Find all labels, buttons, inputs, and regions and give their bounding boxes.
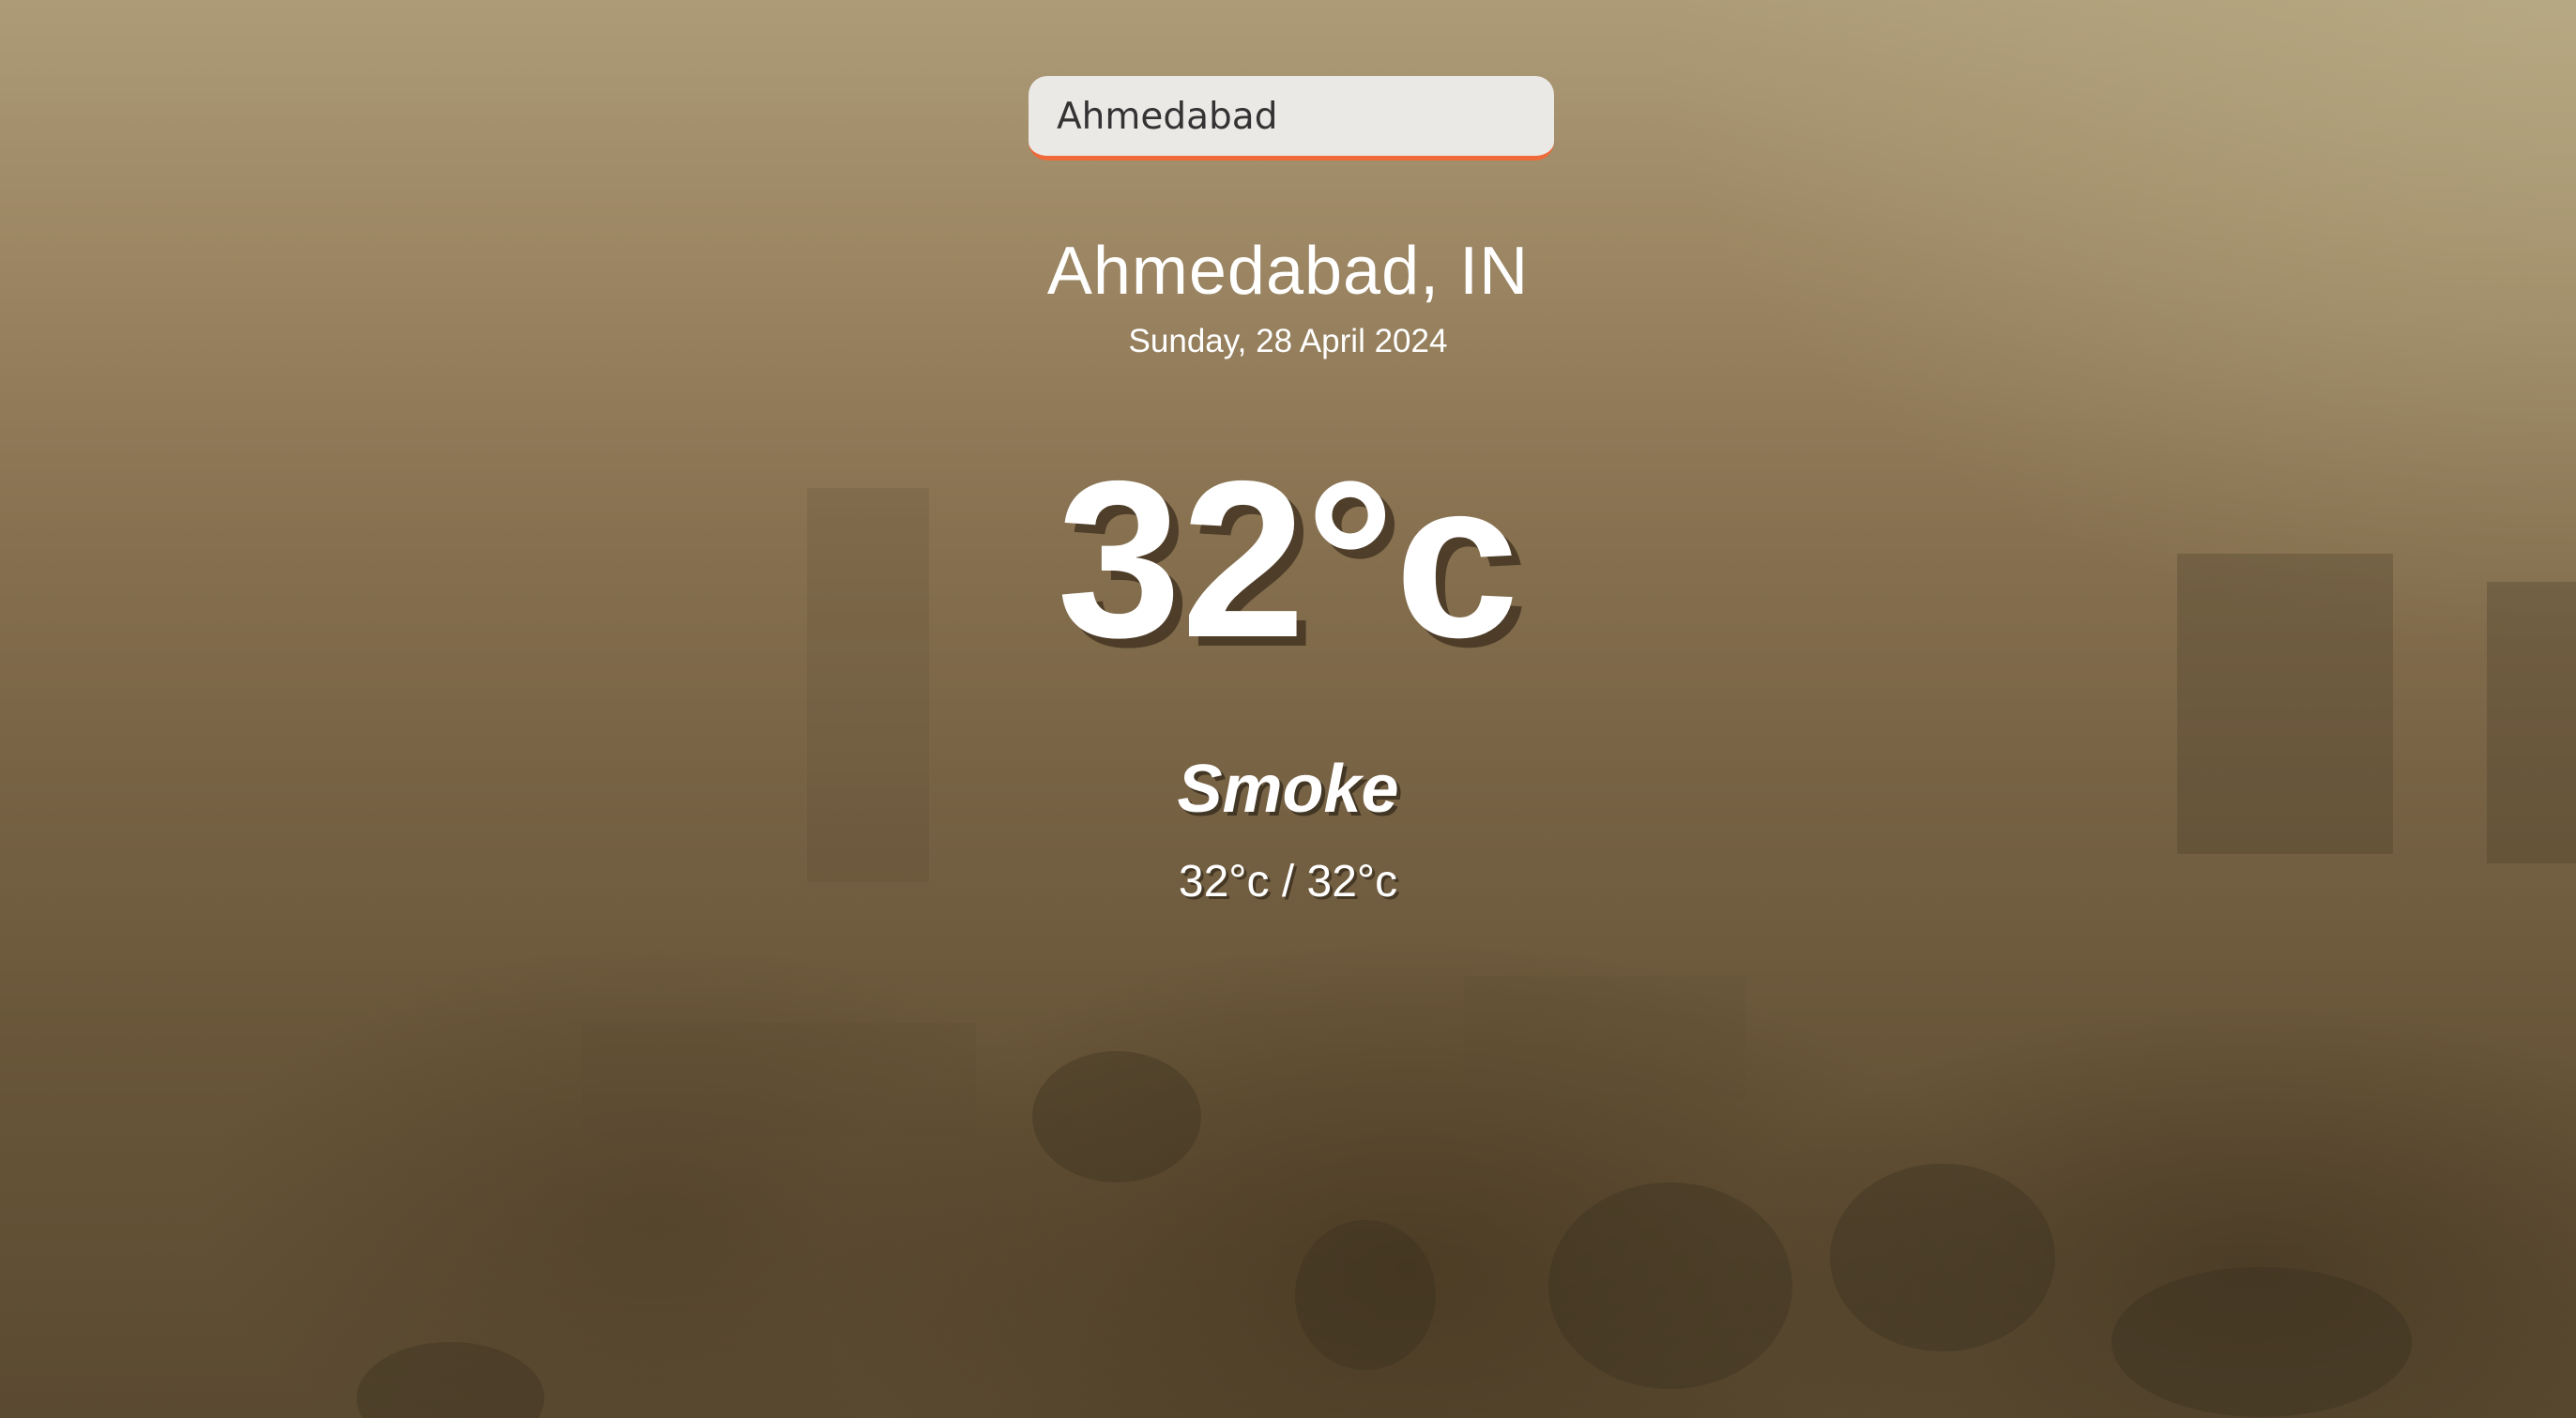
current-date: Sunday, 28 April 2024: [1128, 323, 1448, 359]
hi-low-temperature: 32°c / 32°c: [1178, 857, 1398, 907]
search-input[interactable]: [1055, 76, 1528, 158]
tree-silhouette: [1548, 1182, 1792, 1389]
tree-silhouette: [1830, 1164, 2055, 1351]
tree-silhouette: [1032, 1051, 1201, 1182]
background-image: [0, 0, 2576, 1418]
search-box[interactable]: [1029, 76, 1554, 160]
tree-silhouette: [1295, 1220, 1436, 1370]
tree-silhouette: [2111, 1267, 2412, 1417]
tree-silhouette: [357, 1342, 544, 1418]
location-title: Ahmedabad, IN: [1046, 234, 1530, 309]
weather-description: Smoke: [1177, 752, 1399, 827]
building-silhouette: [1464, 976, 1745, 1098]
building-silhouette: [582, 1023, 976, 1136]
current-temperature: 32°c: [1057, 435, 1519, 684]
